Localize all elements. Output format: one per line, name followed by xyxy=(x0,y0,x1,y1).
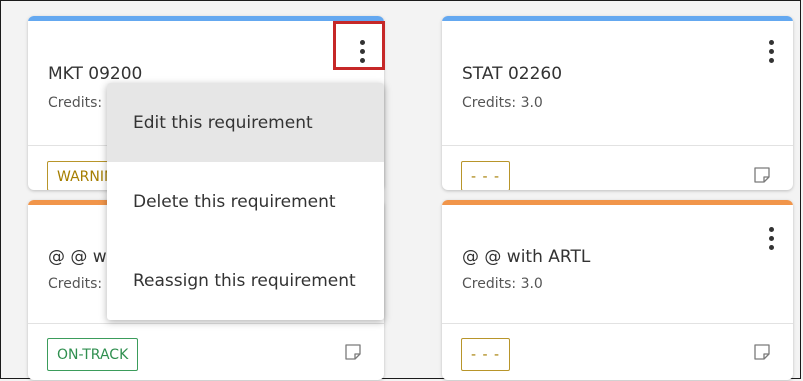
card-accent-bar xyxy=(442,16,793,21)
menu-item-reassign-requirement[interactable]: Reassign this requirement xyxy=(107,241,384,320)
note-icon[interactable] xyxy=(753,343,771,361)
more-vertical-icon[interactable] xyxy=(761,220,781,256)
kebab-highlight-box xyxy=(333,21,385,70)
card-credits: Credits: 3.0 xyxy=(462,95,543,111)
note-icon[interactable] xyxy=(344,343,362,361)
status-badge-on-track: ON-TRACK xyxy=(47,338,139,371)
menu-item-delete-requirement[interactable]: Delete this requirement xyxy=(107,162,384,241)
requirement-card-artl-right[interactable]: @ @ with ARTL Credits: 3.0 - - - xyxy=(442,200,793,380)
more-vertical-icon[interactable] xyxy=(761,33,781,69)
requirement-card-stat-02260[interactable]: STAT 02260 Credits: 3.0 - - - xyxy=(442,16,793,190)
status-badge-empty: - - - xyxy=(461,161,511,190)
requirement-context-menu: Edit this requirement Delete this requir… xyxy=(107,83,384,320)
card-title: MKT 09200 xyxy=(48,64,143,84)
card-divider xyxy=(442,145,793,146)
card-accent-bar xyxy=(442,200,793,205)
note-icon[interactable] xyxy=(753,166,771,184)
card-credits: Credits: 3.0 xyxy=(462,276,543,292)
card-credits: Credits: xyxy=(48,95,103,111)
card-divider xyxy=(442,323,793,324)
card-accent-bar xyxy=(28,16,384,21)
card-credits: Credits: xyxy=(48,276,103,292)
status-badge-empty: - - - xyxy=(461,338,511,371)
card-title: STAT 02260 xyxy=(462,64,563,84)
card-divider xyxy=(28,323,384,324)
card-title: @ @ with ARTL xyxy=(462,247,591,267)
menu-item-edit-requirement[interactable]: Edit this requirement xyxy=(107,83,384,162)
